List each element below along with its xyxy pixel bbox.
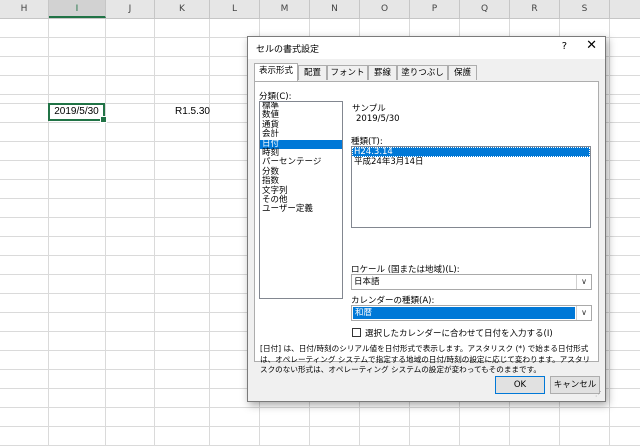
column-header-r[interactable]: R: [510, 0, 560, 18]
column-header-l[interactable]: L: [210, 0, 260, 18]
tab-protection[interactable]: 保護: [448, 65, 477, 80]
calendar-input-checkbox-label[interactable]: 選択したカレンダーに合わせて日付を入力する(I): [365, 327, 553, 339]
active-cell-value: 2019/5/30: [54, 106, 99, 117]
format-cells-dialog: セルの書式設定 ? ✕ 表示形式 配置 フォント 罫線 塗りつぶし 保護 分類(…: [247, 36, 606, 402]
fill-handle[interactable]: [100, 116, 107, 123]
column-header-bar: H I J K L M N O P Q R S: [0, 0, 640, 19]
column-header-q[interactable]: Q: [460, 0, 510, 18]
category-item[interactable]: ユーザー定義: [260, 204, 342, 214]
tab-font[interactable]: フォント: [327, 65, 368, 80]
column-header-m[interactable]: M: [260, 0, 310, 18]
tab-number-format[interactable]: 表示形式: [254, 63, 298, 81]
calendar-value: 和暦: [353, 307, 575, 319]
calendar-input-checkbox[interactable]: [352, 328, 361, 337]
locale-select[interactable]: 日本語 ∨: [351, 274, 592, 290]
type-item-selected[interactable]: H24.3.14: [352, 147, 590, 157]
chevron-down-icon[interactable]: ∨: [576, 275, 591, 289]
format-description: [日付] は、日付/時刻のシリアル値を日付形式で表示します。アスタリスク (*)…: [260, 344, 591, 374]
type-list[interactable]: H24.3.14 平成24年3月14日: [351, 146, 591, 228]
active-cell-i[interactable]: 2019/5/30: [48, 103, 107, 123]
help-button[interactable]: ?: [562, 41, 567, 52]
column-header-p[interactable]: P: [410, 0, 460, 18]
tab-fill[interactable]: 塗りつぶし: [397, 65, 448, 80]
dialog-titlebar[interactable]: セルの書式設定 ? ✕: [248, 37, 605, 59]
ok-button[interactable]: OK: [495, 376, 545, 394]
tab-alignment[interactable]: 配置: [298, 65, 327, 80]
chevron-down-icon[interactable]: ∨: [576, 306, 591, 320]
type-item[interactable]: 平成24年3月14日: [352, 157, 590, 167]
cancel-button[interactable]: キャンセル: [550, 376, 600, 394]
column-header-o[interactable]: O: [360, 0, 410, 18]
sample-box: 2019/5/30: [350, 106, 591, 130]
category-list[interactable]: 標準 数値 通貨 会計 日付 時刻 パーセンテージ 分数 指数 文字列 その他 …: [259, 101, 343, 299]
column-header-s[interactable]: S: [560, 0, 610, 18]
sample-value: 2019/5/30: [356, 114, 400, 124]
column-header-h[interactable]: H: [0, 0, 49, 18]
cell-k[interactable]: R1.5.30: [150, 104, 210, 120]
column-header-j[interactable]: J: [106, 0, 155, 18]
locale-value: 日本語: [354, 277, 380, 287]
column-header-n[interactable]: N: [310, 0, 360, 18]
dialog-title: セルの書式設定: [256, 45, 320, 55]
number-format-panel: 分類(C): 標準 数値 通貨 会計 日付 時刻 パーセンテージ 分数 指数 文…: [254, 81, 599, 374]
column-header-i[interactable]: I: [49, 0, 106, 18]
resize-grip-icon[interactable]: ⋰: [595, 390, 602, 398]
tab-border[interactable]: 罫線: [368, 65, 397, 80]
calendar-select[interactable]: 和暦 ∨: [351, 305, 592, 321]
close-button[interactable]: ✕: [586, 39, 597, 53]
column-header-k[interactable]: K: [155, 0, 210, 18]
